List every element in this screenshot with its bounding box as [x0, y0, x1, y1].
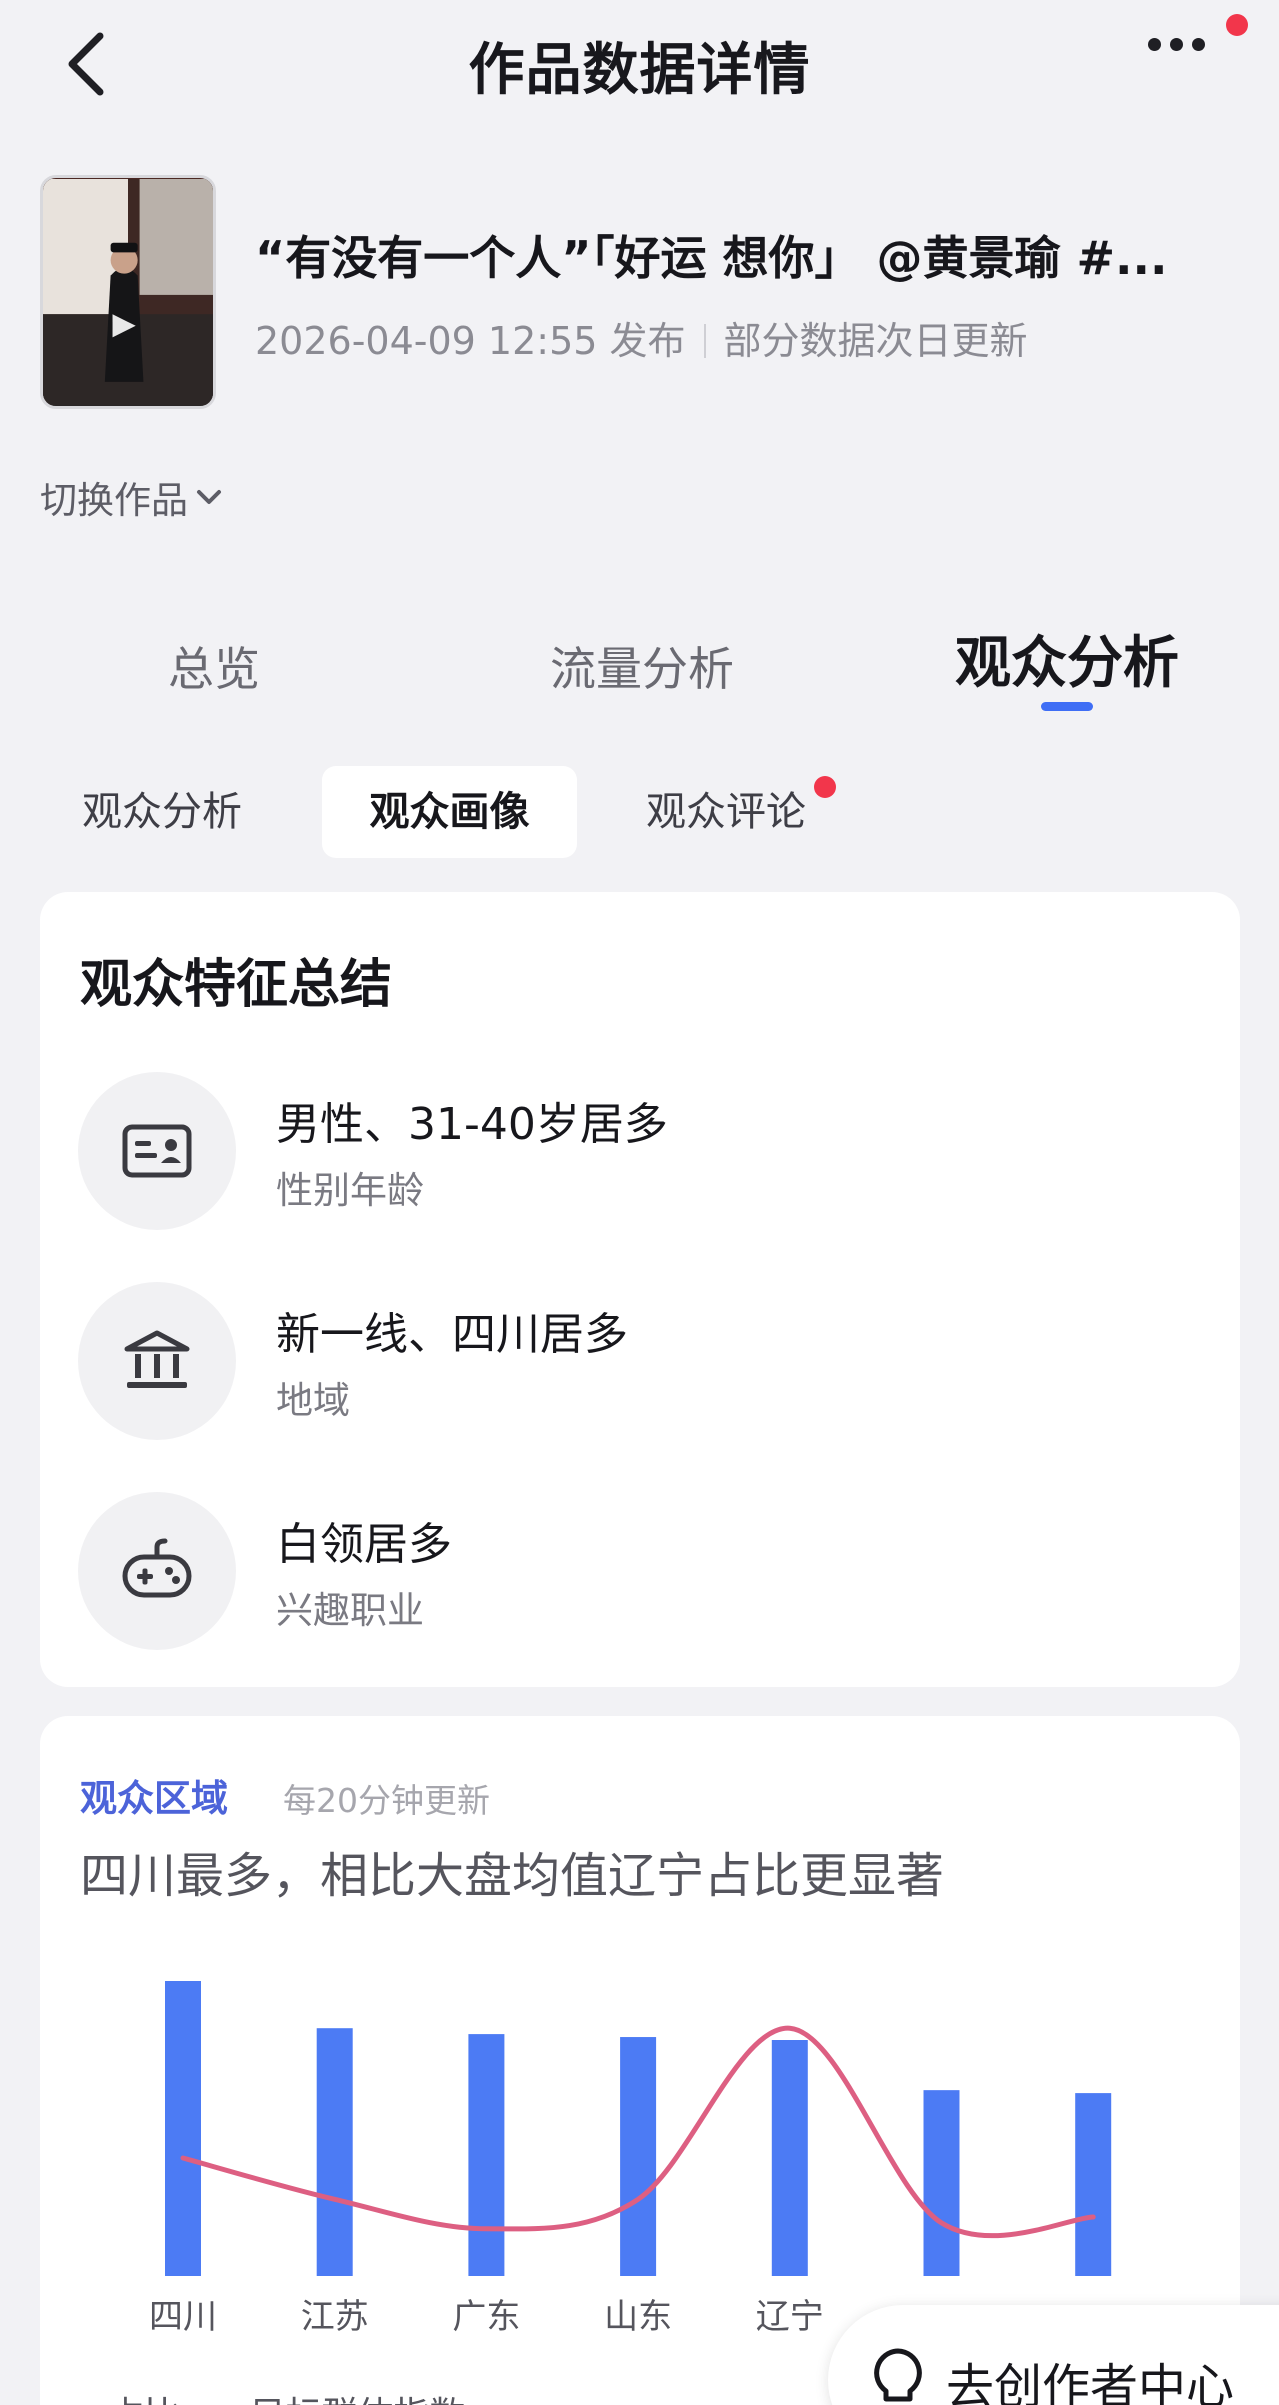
- region-icon-wrap: [78, 1282, 236, 1440]
- tab-traffic-analysis[interactable]: 流量分析: [550, 633, 734, 699]
- more-button[interactable]: [1148, 36, 1228, 76]
- subtab-audience-analysis[interactable]: 观众分析: [82, 766, 242, 858]
- legend-bar-label: 占比: [108, 2395, 180, 2405]
- interest-icon-wrap: [78, 1492, 236, 1650]
- work-title: “有没有一个人”「好运 想你」 @黄景瑜 #...: [255, 231, 1168, 285]
- tab-audience-analysis[interactable]: 观众分析: [955, 618, 1179, 699]
- thumbnail-image: [43, 178, 213, 406]
- legend-line-label: 目标群体指数: [249, 2395, 465, 2405]
- audience-summary-card: 观众特征总结 男性、31-40岁居多 性别年龄 新一线、四川居多 地域 白领居多…: [40, 892, 1240, 1687]
- meta-divider: [703, 324, 706, 358]
- go-creator-center-button[interactable]: 去创作者中心: [828, 2305, 1279, 2405]
- x-tick-label: 广东: [452, 2297, 520, 2337]
- page-title: 作品数据详情: [468, 38, 811, 103]
- region-value: 新一线、四川居多: [276, 1309, 628, 1360]
- gender-age-label: 性别年龄: [276, 1169, 424, 1212]
- bar-江苏: [316, 2028, 353, 2276]
- x-tick-label: 四川: [149, 2297, 217, 2337]
- publish-time: 2026-04-09 12:55 发布: [255, 319, 686, 363]
- gender-age-icon-wrap: [78, 1072, 236, 1230]
- header: 作品数据详情: [0, 0, 1279, 130]
- subtab-audience-portrait[interactable]: 观众画像: [322, 766, 577, 858]
- chevron-down-icon: [197, 490, 221, 504]
- gender-age-value: 男性、31-40岁居多: [276, 1099, 668, 1150]
- notification-dot: [1226, 14, 1248, 36]
- bar-四川: [165, 1981, 201, 2276]
- region-label: 地域: [276, 1379, 350, 1422]
- gamepad-icon: [122, 1538, 192, 1598]
- more-horizontal-icon: [1148, 38, 1161, 51]
- bar-category-7: [1075, 2093, 1112, 2276]
- active-tab-indicator: [1041, 702, 1093, 711]
- page: 作品数据详情 “有没有一个人”「好运 想你」 @黄景瑜 #... 2026-04…: [0, 0, 1279, 2405]
- id-card-icon: [122, 1124, 192, 1178]
- lightbulb-icon: [874, 2348, 922, 2402]
- bar-category-6: [923, 2090, 960, 2276]
- chart-legend: 占比 目标群体指数: [80, 2386, 465, 2405]
- update-note: 部分数据次日更新: [723, 319, 1028, 363]
- go-creator-center-label: 去创作者中心: [946, 2359, 1235, 2405]
- bar-广东: [468, 2034, 505, 2276]
- bank-building-icon: [124, 1330, 190, 1388]
- x-tick-label: 辽宁: [756, 2297, 824, 2337]
- work-meta: 2026-04-09 12:55 发布 部分数据次日更新: [255, 310, 1028, 365]
- subtab-audience-comments[interactable]: 观众评论: [646, 766, 806, 858]
- bar-辽宁: [771, 2040, 808, 2276]
- switch-work-button[interactable]: 切换作品: [40, 470, 224, 524]
- x-tick-label: 山东: [604, 2297, 672, 2337]
- summary-title: 观众特征总结: [80, 955, 393, 1015]
- region-chart: 四川 江苏 广东 山东 辽宁: [149, 1981, 1112, 2337]
- bar-山东: [620, 2037, 657, 2276]
- x-tick-label: 江苏: [301, 2297, 369, 2337]
- audience-region-card: 观众区域 每20分钟更新 四川最多，相比大盘均值辽宁占比更显著 四川 江苏 广东 山东…: [40, 1716, 1240, 2405]
- interest-label: 兴趣职业: [276, 1589, 424, 1632]
- interest-value: 白领居多: [276, 1519, 452, 1570]
- work-thumbnail[interactable]: [40, 175, 216, 409]
- switch-work-label: 切换作品: [40, 479, 188, 522]
- comments-badge-dot: [814, 776, 836, 798]
- tab-overview[interactable]: 总览: [168, 633, 260, 699]
